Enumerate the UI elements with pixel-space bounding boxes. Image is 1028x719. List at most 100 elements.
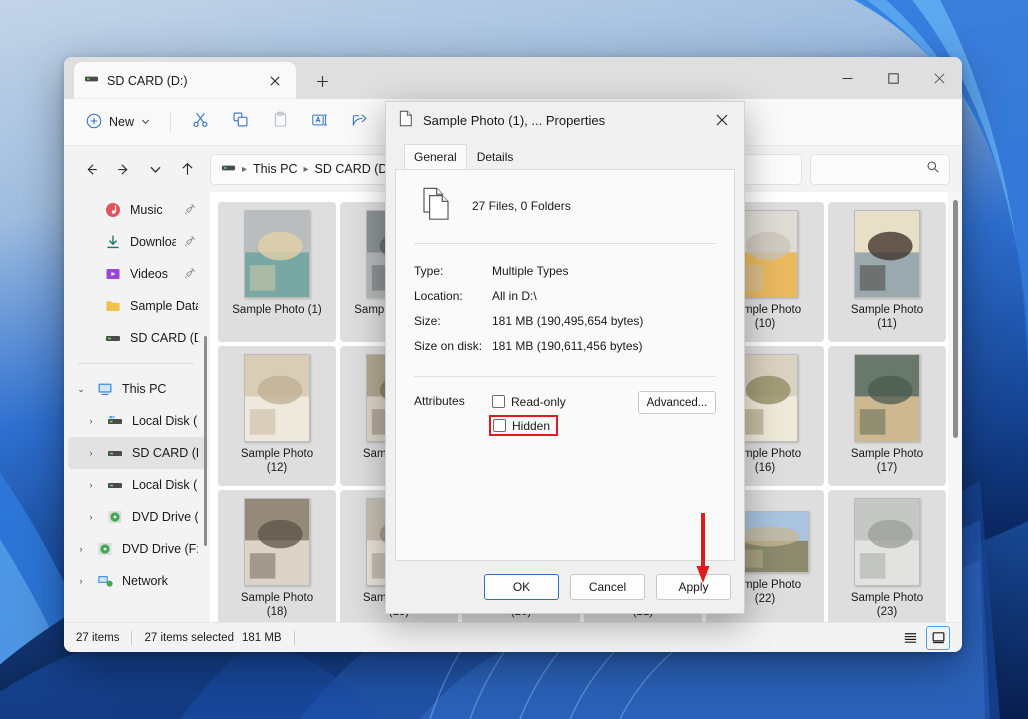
file-label-line2: (16) — [755, 462, 775, 474]
forward-button[interactable] — [108, 154, 138, 184]
dialog-divider — [414, 243, 716, 244]
file-label-line1: Sample Photo — [241, 592, 313, 604]
hidden-checkbox[interactable]: Hidden — [493, 415, 550, 436]
new-button[interactable]: New — [76, 107, 160, 138]
search-icon — [926, 160, 940, 179]
multiple-files-icon — [420, 186, 452, 225]
recent-locations-button[interactable] — [140, 154, 170, 184]
cut-button[interactable] — [181, 106, 219, 138]
file-icon — [398, 110, 414, 130]
advanced-button[interactable]: Advanced... — [638, 391, 716, 414]
paste-icon — [272, 111, 289, 133]
file-label-line1: Sample Photo — [851, 304, 923, 316]
share-button[interactable] — [341, 106, 379, 138]
file-grid-scrollbar-thumb[interactable] — [953, 200, 958, 438]
sidebar-item-network[interactable]: ›Network — [68, 565, 206, 597]
rename-button[interactable] — [301, 106, 339, 138]
checkbox-box — [492, 395, 505, 408]
file-item[interactable]: Sample Photo(11) — [828, 202, 946, 342]
copy-icon — [232, 111, 249, 133]
sidebar-item-music[interactable]: Music — [68, 194, 206, 226]
file-item[interactable]: Sample Photo(18) — [218, 490, 336, 622]
breadcrumb-item-sd-card[interactable]: SD CARD (D:) — [315, 162, 396, 176]
file-label-line2: (12) — [267, 462, 287, 474]
minimize-button[interactable] — [824, 57, 870, 99]
file-item[interactable]: Sample Photo(12) — [218, 346, 336, 486]
sidebar-item-label: DVD Drive (F:) C — [122, 542, 198, 556]
sidebar-item-videos[interactable]: Videos — [68, 258, 206, 290]
breadcrumb-item-this-pc[interactable]: This PC — [253, 162, 297, 176]
maximize-button[interactable] — [870, 57, 916, 99]
file-item[interactable]: Sample Photo(23) — [828, 490, 946, 622]
tab-close-icon[interactable] — [264, 70, 286, 92]
sidebar-item-local-disk-e[interactable]: ›Local Disk (E:) — [68, 469, 206, 501]
drive-icon — [84, 71, 99, 91]
file-label: Sample Photo(23) — [831, 591, 943, 619]
chevron-down-icon[interactable]: ⌄ — [74, 384, 88, 395]
sidebar-item-this-pc[interactable]: ⌄This PC — [68, 373, 206, 405]
sidebar-item-local-disk-c[interactable]: ›Local Disk (C:) — [68, 405, 206, 437]
sidebar-item-sd-card-d[interactable]: ›SD CARD (D:) — [68, 437, 206, 469]
large-icons-view-button[interactable] — [926, 626, 950, 650]
apply-button[interactable]: Apply — [656, 574, 731, 600]
dialog-properties-list: Type:Multiple TypesLocation:All in D:\Si… — [414, 258, 716, 358]
checkbox-box — [493, 419, 506, 432]
chevron-right-icon[interactable]: › — [74, 576, 88, 586]
file-label: Sample Photo(18) — [221, 591, 333, 619]
property-key: Size: — [414, 314, 492, 328]
up-button[interactable] — [172, 154, 202, 184]
chevron-right-icon[interactable]: › — [84, 448, 98, 458]
file-grid-scrollbar-track[interactable] — [948, 192, 962, 622]
new-tab-button[interactable] — [308, 68, 336, 94]
chevron-right-icon[interactable]: › — [84, 512, 98, 522]
file-thumbnail — [854, 210, 920, 298]
tab-sd-card[interactable]: SD CARD (D:) — [74, 62, 296, 99]
file-label: Sample Photo(12) — [221, 447, 333, 475]
sidebar-item-dvd-drive-f-c[interactable]: › DVD Drive (F:) C — [68, 533, 206, 565]
folder-icon — [104, 297, 122, 315]
rename-icon — [311, 111, 329, 134]
pin-icon[interactable] — [184, 203, 198, 218]
ok-button[interactable]: OK — [484, 574, 559, 600]
back-button[interactable] — [76, 154, 106, 184]
sidebar-item-sample-data[interactable]: Sample Data — [68, 290, 206, 322]
file-item[interactable]: Sample Photo(17) — [828, 346, 946, 486]
readonly-checkbox[interactable]: Read-only — [492, 391, 638, 412]
cancel-button[interactable]: Cancel — [570, 574, 645, 600]
navigation-pane: Music DownloadsVideos Sample Data SD CARD (… — [64, 192, 210, 622]
close-button[interactable] — [916, 57, 962, 99]
search-input[interactable] — [810, 154, 950, 185]
sidebar-item-dvd-drive-f[interactable]: ›DVD Drive (F:) — [68, 501, 206, 533]
chevron-right-icon[interactable]: › — [84, 416, 98, 426]
sidebar-scrollbar[interactable] — [204, 336, 207, 546]
copy-button[interactable] — [221, 106, 259, 138]
chevron-down-icon — [141, 115, 150, 129]
pin-icon[interactable] — [184, 267, 198, 282]
property-value: 181 MB (190,611,456 bytes) — [492, 339, 643, 353]
tab-general[interactable]: General — [404, 144, 467, 169]
property-row: Size:181 MB (190,495,654 bytes) — [414, 308, 716, 333]
drive-icon — [106, 476, 124, 494]
sidebar-item-label: Music — [130, 203, 176, 217]
file-label-line1: Sample Photo — [851, 592, 923, 604]
file-thumbnail — [854, 498, 920, 586]
tab-details[interactable]: Details — [467, 144, 524, 169]
property-key: Location: — [414, 289, 492, 303]
dialog-general-panel: 27 Files, 0 Folders Type:Multiple TypesL… — [395, 169, 735, 561]
dialog-close-button[interactable] — [700, 102, 744, 138]
property-key: Size on disk: — [414, 339, 492, 353]
sidebar-item-label: Sample Data — [130, 299, 198, 313]
paste-button[interactable] — [261, 106, 299, 138]
chevron-right-icon[interactable]: › — [74, 544, 88, 554]
quick-access-list: Music DownloadsVideos Sample Data SD CARD (… — [64, 194, 210, 354]
pin-icon[interactable] — [184, 235, 198, 250]
properties-dialog: Sample Photo (1), ... Properties General… — [385, 101, 745, 614]
status-separator — [131, 631, 132, 645]
status-separator — [294, 631, 295, 645]
file-label: Sample Photo(17) — [831, 447, 943, 475]
details-view-button[interactable] — [898, 626, 922, 650]
chevron-right-icon[interactable]: › — [84, 480, 98, 490]
sidebar-item-downloads[interactable]: Downloads — [68, 226, 206, 258]
sidebar-item-sd-card-d[interactable]: SD CARD (D:) — [68, 322, 206, 354]
file-item[interactable]: Sample Photo (1) — [218, 202, 336, 342]
